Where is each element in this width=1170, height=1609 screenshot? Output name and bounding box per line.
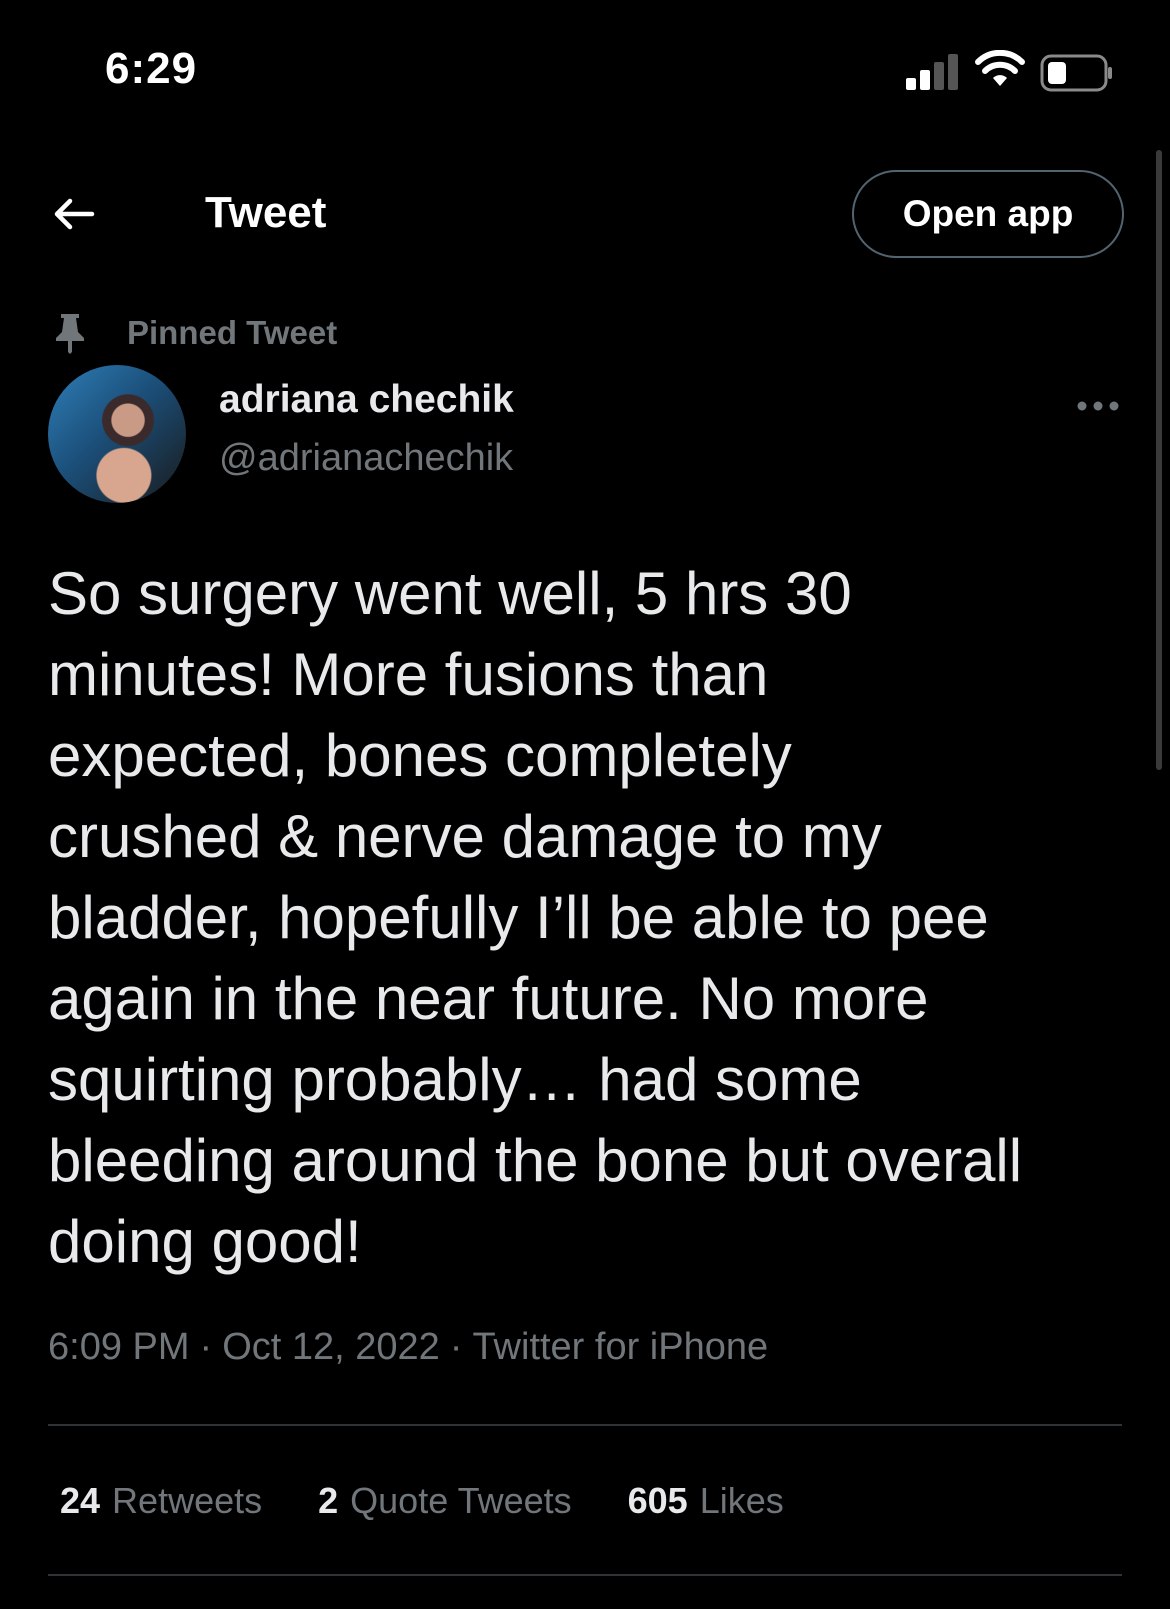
pin-icon: [56, 314, 84, 354]
tweet-time[interactable]: 6:09 PM: [48, 1326, 190, 1368]
avatar[interactable]: [48, 365, 186, 503]
author-handle[interactable]: @adrianachechik: [219, 437, 513, 480]
wifi-icon: [975, 50, 1025, 86]
page-title: Tweet: [205, 188, 327, 237]
likes-count: 605: [627, 1480, 688, 1521]
divider: [48, 1424, 1122, 1426]
pinned-label: Pinned Tweet: [127, 314, 338, 351]
likes-label: Likes: [699, 1480, 784, 1521]
scrollbar[interactable]: [1156, 150, 1162, 770]
author-name[interactable]: adriana chechik: [219, 378, 514, 422]
retweets-count: 24: [60, 1480, 101, 1521]
quote-tweets-count: 2: [318, 1480, 339, 1521]
divider: [48, 1574, 1122, 1576]
tweet-meta: 6:09 PM · Oct 12, 2022 · Twitter for iPhone: [48, 1326, 768, 1369]
retweets-label: Retweets: [112, 1480, 263, 1521]
quote-tweets-stat[interactable]: 2 Quote Tweets: [318, 1480, 572, 1522]
retweets-stat[interactable]: 24 Retweets: [60, 1480, 262, 1522]
signal-icon: [906, 54, 958, 90]
open-app-button[interactable]: Open app: [852, 170, 1124, 258]
meta-separator: ·: [449, 1326, 463, 1368]
tweet-stats: 24 Retweets 2 Quote Tweets 605 Likes: [60, 1480, 784, 1522]
battery-icon: [1040, 54, 1112, 92]
status-time: 6:29: [105, 44, 198, 93]
tweet-text: So surgery went well, 5 hrs 30 minutes! …: [48, 560, 1023, 1275]
meta-separator: ·: [199, 1326, 213, 1368]
more-icon[interactable]: [1076, 396, 1120, 416]
quote-tweets-label: Quote Tweets: [350, 1480, 572, 1521]
back-arrow-icon[interactable]: [50, 190, 98, 238]
tweet-date[interactable]: Oct 12, 2022: [222, 1326, 440, 1368]
likes-stat[interactable]: 605 Likes: [628, 1480, 784, 1522]
tweet-source[interactable]: Twitter for iPhone: [472, 1326, 768, 1368]
